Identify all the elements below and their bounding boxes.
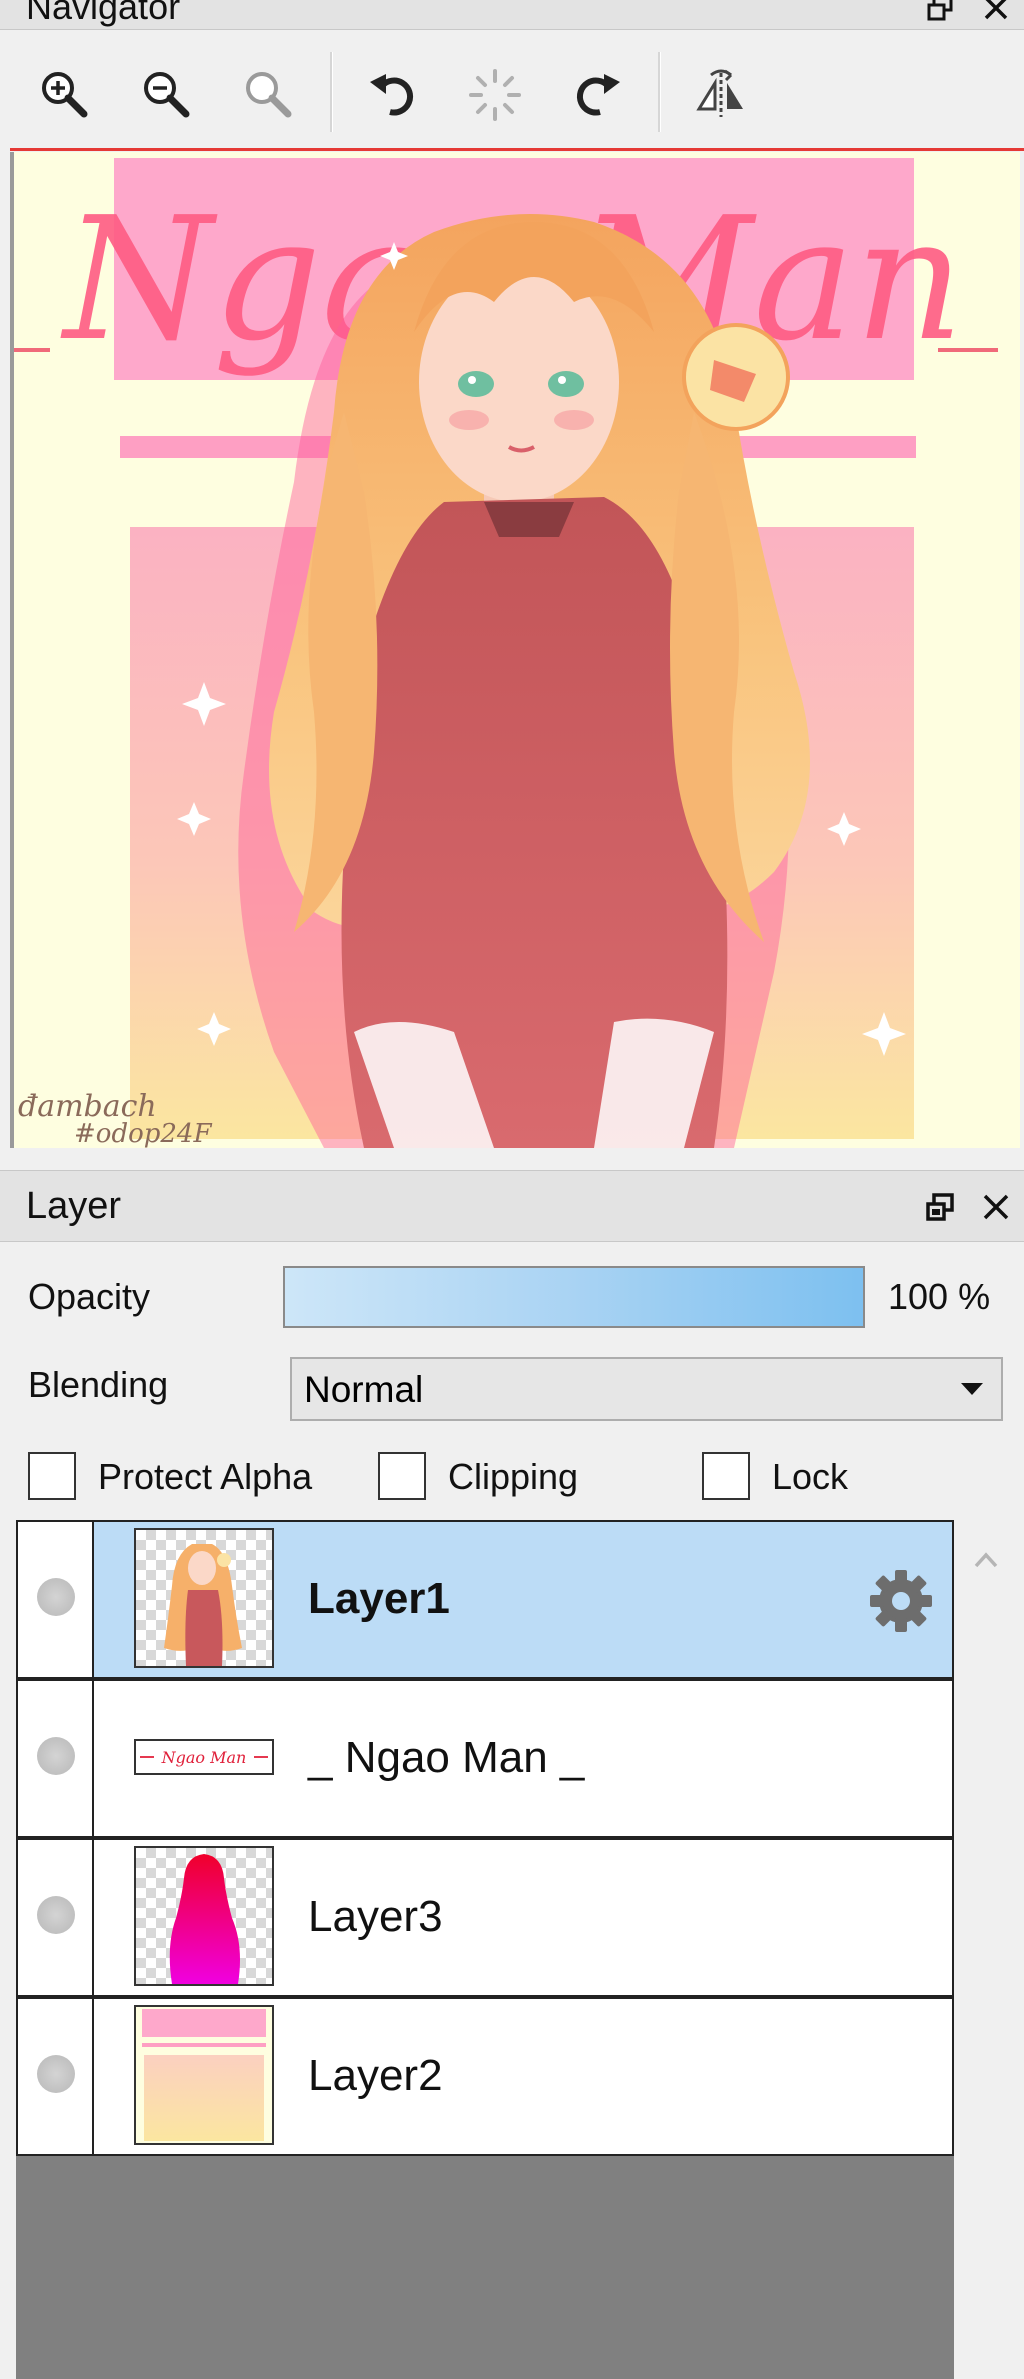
opacity-label: Opacity — [28, 1276, 151, 1317]
artwork-preview: Ngao Man đambach #odop24F — [14, 152, 1020, 1148]
float-icon — [927, 0, 953, 21]
toolbar-separator — [658, 52, 661, 132]
dropdown-arrow-icon — [961, 1383, 983, 1395]
layer-visibility-toggle[interactable] — [18, 1999, 94, 2154]
scroll-up-button[interactable] — [966, 1540, 1006, 1580]
rotate-left-icon — [370, 74, 414, 116]
protect-alpha-label: Protect Alpha — [98, 1456, 313, 1497]
rotate-right-button[interactable] — [562, 60, 632, 130]
navigator-toolbar — [0, 30, 1024, 150]
close-icon — [984, 0, 1008, 20]
zoom-out-button[interactable] — [132, 60, 202, 130]
layer-row-ngao-man[interactable]: Ngao Man _ Ngao Man _ — [16, 1679, 954, 1838]
layer-list: Layer1 Ngao Man _ Ngao Man _ Layer3 Laye… — [16, 1520, 954, 2379]
layer-thumbnail — [134, 2005, 274, 2145]
visibility-dot-icon — [37, 1737, 75, 1775]
rotate-left-button[interactable] — [358, 60, 428, 130]
layer-thumbnail — [134, 1528, 274, 1668]
rotate-reset-icon — [469, 69, 521, 121]
close-icon — [983, 1194, 1009, 1220]
lock-label: Lock — [772, 1456, 849, 1497]
lock-checkbox[interactable] — [702, 1452, 750, 1500]
opacity-value: 100 % — [888, 1276, 991, 1317]
layer-name: Layer2 — [308, 2051, 443, 2100]
signature-line-2: #odop24F — [74, 1119, 212, 1148]
layer-visibility-toggle[interactable] — [18, 1522, 94, 1677]
zoom-fit-icon — [246, 72, 292, 118]
flip-horizontal-button[interactable] — [686, 60, 756, 130]
flip-horizontal-icon — [696, 69, 743, 117]
layer-row-layer2[interactable]: Layer2 — [16, 1997, 954, 2156]
layer-titlebar: Layer — [0, 1170, 1024, 1242]
layer-row-layer1[interactable]: Layer1 — [16, 1520, 954, 1679]
float-panel-button[interactable] — [920, 0, 960, 28]
blending-dropdown-value: Normal — [304, 1369, 424, 1410]
navigator-preview[interactable]: Ngao Man đambach #odop24F — [10, 152, 1020, 1148]
zoom-out-icon — [144, 72, 190, 118]
zoom-in-button[interactable] — [30, 60, 100, 130]
toolbar-separator — [330, 52, 333, 132]
close-panel-button[interactable] — [976, 0, 1016, 28]
visibility-dot-icon — [37, 2055, 75, 2093]
zoom-fit-button[interactable] — [234, 60, 304, 130]
visibility-dot-icon — [37, 1896, 75, 1934]
layer-thumbnail — [134, 1846, 274, 1986]
layer-thumbnail: Ngao Man — [134, 1739, 274, 1775]
chevron-up-icon — [974, 1552, 998, 1568]
thumb-title-text: Ngao Man — [161, 1748, 247, 1767]
opacity-slider[interactable] — [283, 1266, 865, 1328]
layer-row-layer3[interactable]: Layer3 — [16, 1838, 954, 1997]
navigator-title: Navigator — [26, 0, 181, 27]
layer-visibility-toggle[interactable] — [18, 1840, 94, 1995]
layer-settings-button[interactable] — [866, 1566, 936, 1636]
layer-visibility-toggle[interactable] — [18, 1681, 94, 1836]
rotate-reset-button[interactable] — [460, 60, 530, 130]
layer-name: Layer1 — [308, 1574, 450, 1623]
blending-dropdown[interactable]: Normal — [290, 1357, 1003, 1421]
layer-name: _ Ngao Man _ — [308, 1733, 585, 1782]
gear-icon — [870, 1570, 932, 1632]
layer-panel-title: Layer — [26, 1185, 122, 1227]
rotate-right-icon — [576, 74, 620, 116]
clipping-checkbox[interactable] — [378, 1452, 426, 1500]
float-icon — [926, 1193, 954, 1221]
float-panel-button[interactable] — [920, 1187, 960, 1227]
close-panel-button[interactable] — [976, 1187, 1016, 1227]
zoom-in-icon — [42, 72, 88, 118]
layer-name: Layer3 — [308, 1892, 443, 1941]
blending-label: Blending — [28, 1364, 169, 1405]
navigator-view-frame — [10, 148, 1024, 151]
clipping-label: Clipping — [448, 1456, 579, 1497]
navigator-titlebar: Navigator — [0, 0, 1024, 30]
protect-alpha-checkbox[interactable] — [28, 1452, 76, 1500]
visibility-dot-icon — [37, 1578, 75, 1616]
